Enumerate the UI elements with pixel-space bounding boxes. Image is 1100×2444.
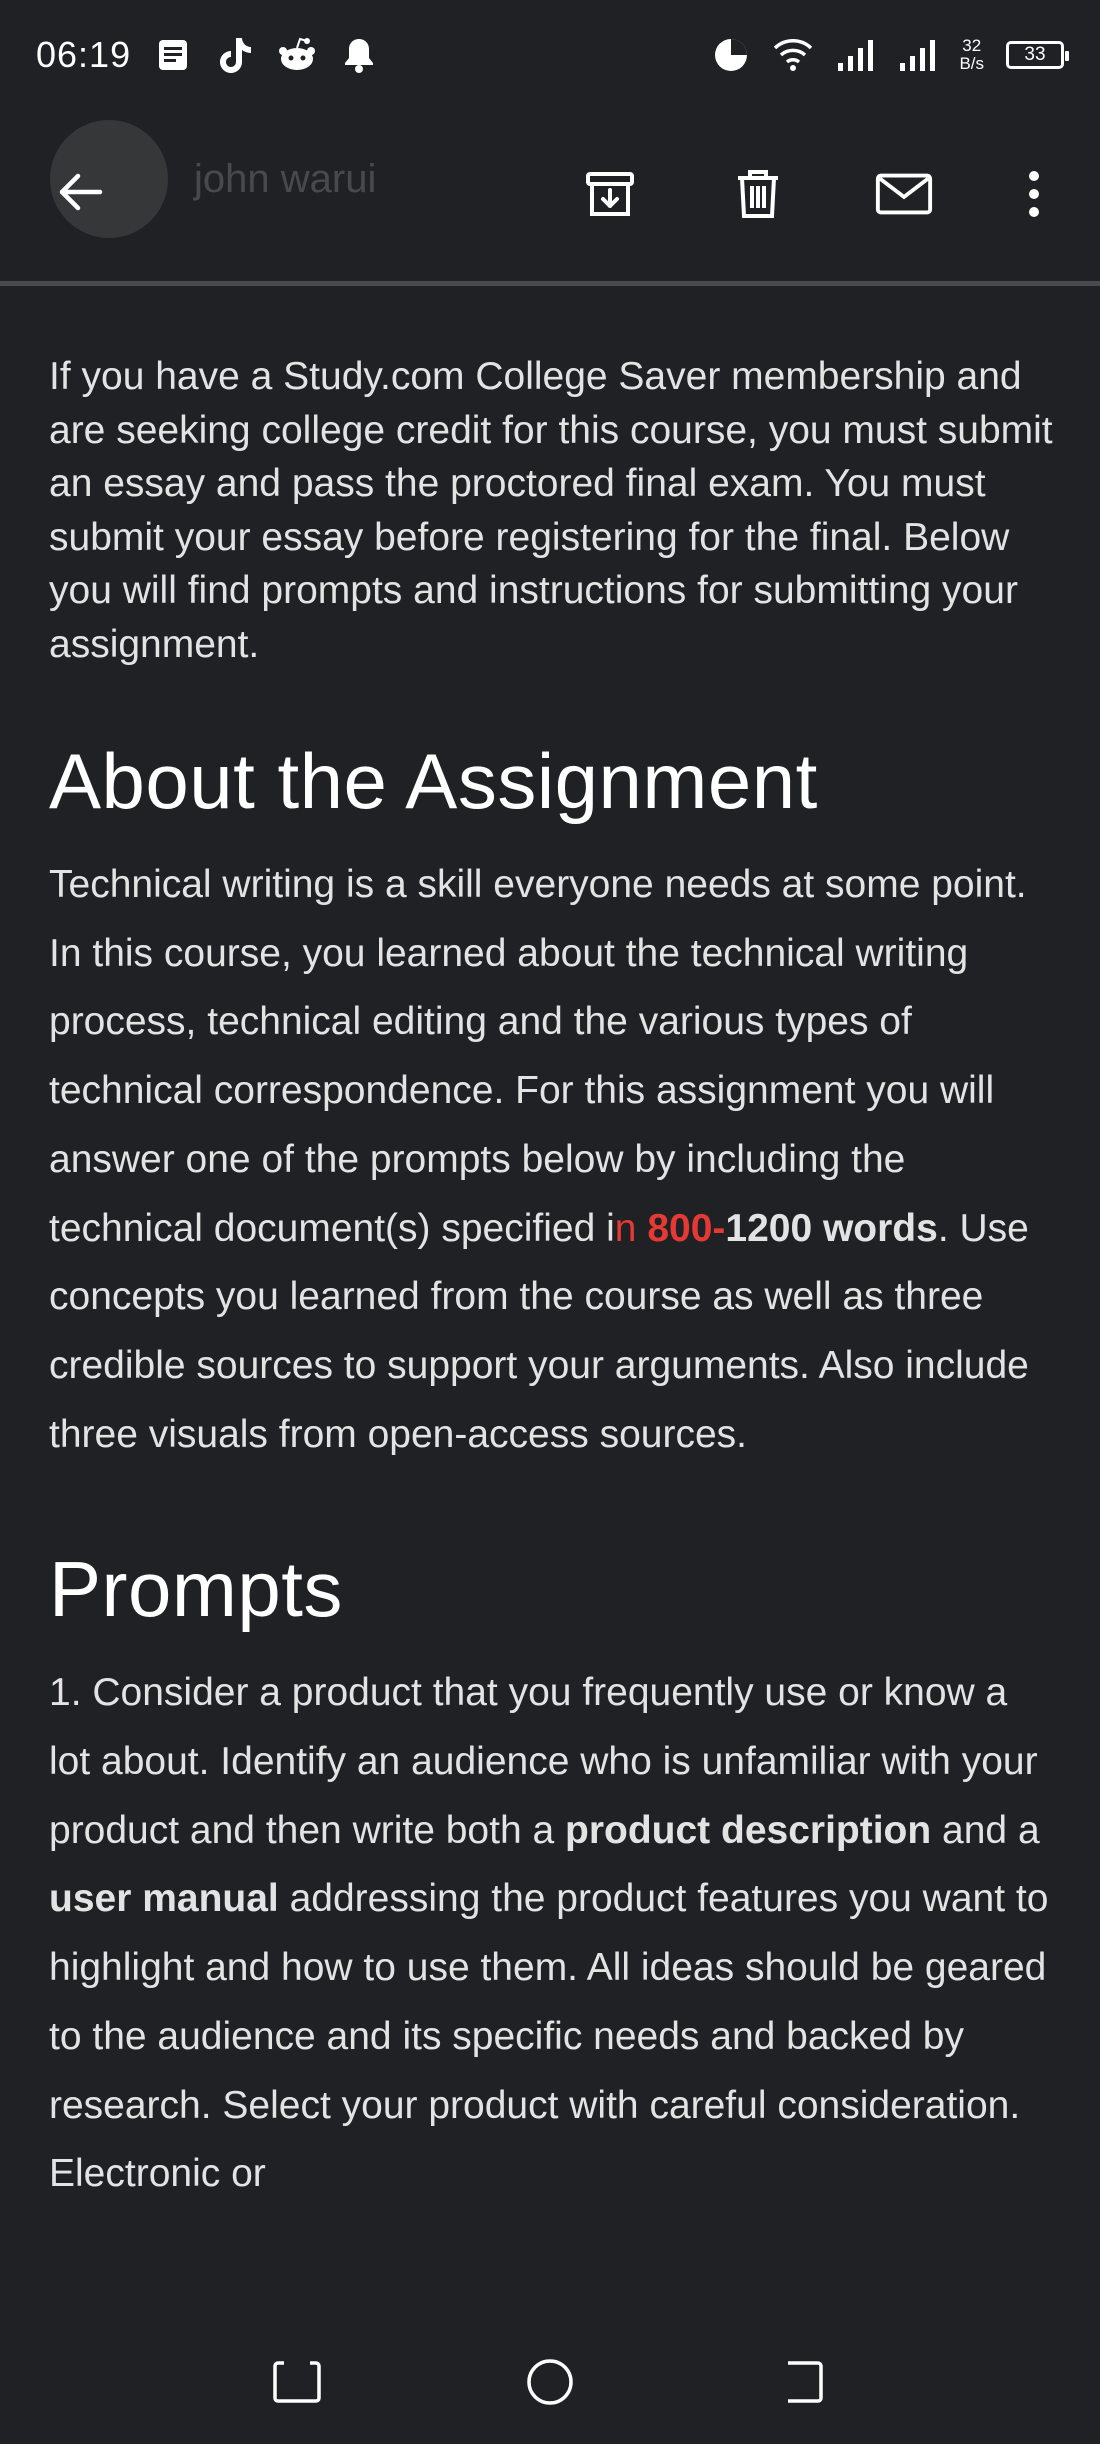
email-body: If you have a Study.com College Saver me…: [49, 350, 1059, 2209]
intro-paragraph: If you have a Study.com College Saver me…: [49, 355, 1053, 666]
back-button[interactable]: [52, 164, 112, 224]
clock: 06:19: [36, 34, 132, 75]
network-speed-unit: B/s: [959, 54, 984, 73]
wifi-icon: [773, 35, 813, 75]
about-red-bold-text: 800-: [647, 1206, 726, 1250]
archive-button[interactable]: [580, 164, 640, 224]
status-right: 32 B/s 33: [711, 35, 1069, 75]
delete-button[interactable]: [728, 164, 788, 224]
prompt1-product-description: product description: [565, 1808, 932, 1852]
back-nav-button[interactable]: [773, 2352, 833, 2412]
notes-notification-icon: [153, 35, 193, 75]
home-button[interactable]: [520, 2352, 580, 2412]
about-word-count: 1200 words: [725, 1206, 938, 1250]
trash-icon: [738, 170, 778, 218]
reddit-notification-icon: [277, 35, 317, 75]
network-speed-value: 32: [962, 36, 982, 55]
about-paragraph: Technical writing is a skill everyone ne…: [49, 851, 1059, 1469]
prompt1-user-manual: user manual: [49, 1877, 279, 1921]
recents-icon: [272, 2361, 321, 2403]
about-text-part1: Technical writing is a skill everyone ne…: [49, 863, 1027, 1250]
back-nav-icon: [788, 2361, 824, 2403]
about-red-text: n: [614, 1206, 648, 1250]
signal-sim2-icon: [897, 35, 937, 75]
signal-sim1-icon: [835, 35, 875, 75]
about-heading: About the Assignment: [49, 737, 818, 825]
prompt1-text-part2: and a: [931, 1808, 1040, 1852]
home-icon: [527, 2359, 573, 2405]
arrow-left-icon: [59, 173, 103, 211]
mail-icon: [875, 173, 933, 215]
data-saver-icon: [711, 35, 751, 75]
prompt1-text-part3: addressing the product features you want…: [49, 1877, 1049, 2196]
more-options-button[interactable]: [1004, 164, 1064, 224]
mark-unread-button[interactable]: [874, 164, 934, 224]
status-bar: 06:19 32 B/s 33: [0, 0, 1100, 110]
battery-indicator: 33: [1006, 41, 1069, 69]
system-nav-bar: [0, 2320, 1100, 2444]
status-left: 06:19: [36, 34, 379, 76]
more-vert-icon: [1029, 171, 1039, 217]
network-speed: 32 B/s: [959, 37, 984, 73]
bell-notification-icon: [339, 35, 379, 75]
prompts-heading: Prompts: [49, 1545, 343, 1634]
prompt-1: 1. Consider a product that you frequentl…: [49, 1659, 1059, 2209]
recents-button[interactable]: [267, 2352, 327, 2412]
archive-icon: [586, 172, 634, 216]
sender-name: john warui: [194, 156, 377, 201]
tiktok-notification-icon: [215, 35, 255, 75]
email-toolbar: john warui: [0, 110, 1100, 286]
